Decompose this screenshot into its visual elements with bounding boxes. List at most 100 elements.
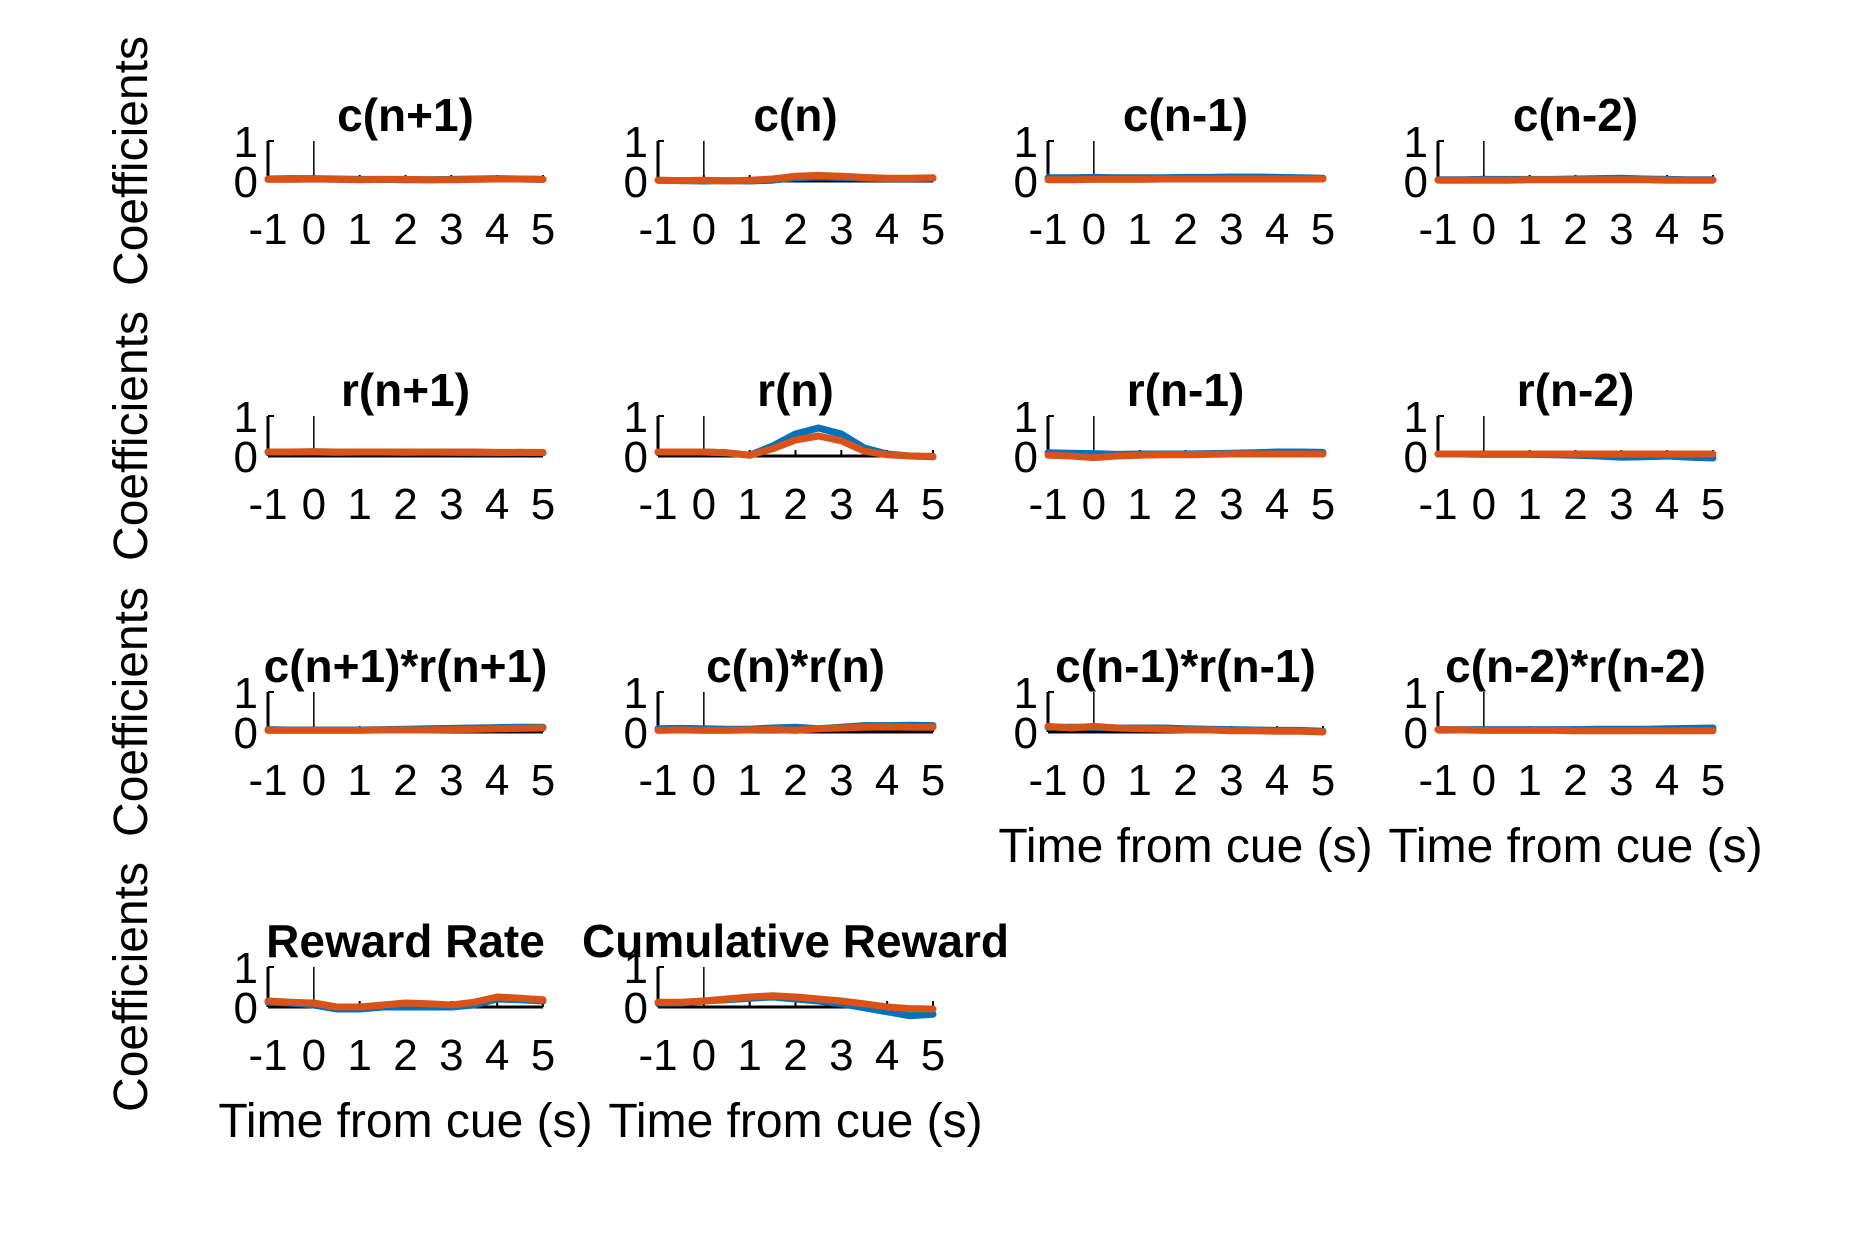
series-line-1 (1044, 175, 1327, 184)
y-tick-label: 1 (234, 669, 258, 718)
panel-title: c(n) (753, 89, 837, 141)
x-tick-label: 0 (1472, 480, 1496, 529)
panel-9: c(n)*r(n)-1 0 1 2 3 4 501 (624, 640, 946, 805)
x-tick-label: 4 (485, 1031, 509, 1080)
y-axis-label: Coefficients (105, 36, 158, 286)
x-tick-label: 2 (393, 756, 417, 805)
x-tick-label: 1 (1517, 205, 1541, 254)
panel-7: r(n-2)-1 0 1 2 3 4 501 (1404, 364, 1726, 529)
x-tick-label: 4 (485, 756, 509, 805)
x-tick-label: 1 (1517, 756, 1541, 805)
y-tick-label: 1 (1014, 393, 1038, 442)
panel-title: r(n+1) (341, 364, 470, 416)
panel-title: c(n-1) (1123, 89, 1248, 141)
x-tick-label: 0 (302, 205, 326, 254)
x-tick-label: 0 (302, 1031, 326, 1080)
x-tick-label: 5 (1701, 756, 1725, 805)
x-axis-label: Time from cue (s) (998, 820, 1372, 873)
x-tick-label: 0 (1082, 756, 1106, 805)
x-tick-label: 0 (692, 480, 716, 529)
x-tick-label: 3 (1219, 756, 1243, 805)
x-tick-label: 1 (347, 756, 371, 805)
x-tick-label: 4 (1655, 756, 1679, 805)
x-tick-label: 3 (1609, 480, 1633, 529)
x-tick-label: -1 (248, 756, 287, 805)
x-tick-label: 1 (1127, 756, 1151, 805)
x-axis-label: Time from cue (s) (608, 1095, 982, 1148)
x-tick-label: -1 (638, 756, 677, 805)
x-tick-label: 1 (737, 480, 761, 529)
panel-11: c(n-2)*r(n-2)-1 0 1 2 3 4 501Time from cue (s) (1388, 640, 1762, 873)
x-tick-label: 3 (1219, 480, 1243, 529)
x-tick-label: 2 (783, 756, 807, 805)
x-tick-label: 1 (737, 205, 761, 254)
panel-13: Cumulative Reward-1 0 1 2 3 4 501Time from cue… (582, 915, 1009, 1148)
panel-title: c(n-2)*r(n-2) (1445, 640, 1706, 692)
y-tick-label: 1 (1014, 669, 1038, 718)
y-axis-label: Coefficients (105, 587, 158, 837)
panel-title: c(n+1) (337, 89, 474, 141)
x-tick-label: 5 (531, 205, 555, 254)
x-tick-label: -1 (1418, 756, 1457, 805)
x-tick-label: 5 (1701, 480, 1725, 529)
x-tick-label: 2 (783, 480, 807, 529)
x-tick-label: 4 (1265, 756, 1289, 805)
x-tick-label: 4 (875, 205, 899, 254)
x-tick-label: 3 (439, 480, 463, 529)
x-tick-label: 0 (302, 756, 326, 805)
series-line-1 (1044, 450, 1327, 462)
x-tick-label: -1 (1028, 205, 1067, 254)
x-tick-label: 4 (485, 480, 509, 529)
x-tick-label: 3 (829, 205, 853, 254)
x-tick-label: 5 (921, 1031, 945, 1080)
y-tick-label: 1 (624, 118, 648, 167)
x-tick-label: 1 (1517, 480, 1541, 529)
series-line-1 (264, 448, 547, 456)
x-tick-label: -1 (1418, 480, 1457, 529)
figure: c(n+1)-1 0 1 2 3 4 501Coefficients c(n)-1 0 1 2 3 4 5… (105, 36, 1763, 1148)
panel-6: r(n-1)-1 0 1 2 3 4 501 (1014, 364, 1336, 529)
x-tick-label: -1 (638, 480, 677, 529)
x-tick-label: 3 (439, 205, 463, 254)
y-tick-label: 1 (624, 669, 648, 718)
panels: c(n+1)-1 0 1 2 3 4 501Coefficients c(n)-1 0 1 2 3 4 5… (105, 36, 1763, 1148)
x-tick-label: 2 (1173, 205, 1197, 254)
x-tick-label: 0 (302, 480, 326, 529)
x-tick-label: 2 (783, 205, 807, 254)
y-tick-label: 1 (234, 118, 258, 167)
x-tick-label: 3 (829, 480, 853, 529)
panel-4: r(n+1)-1 0 1 2 3 4 501Coefficients (105, 311, 555, 561)
series-line-1 (264, 724, 547, 734)
panel-title: c(n+1)*r(n+1) (264, 640, 548, 692)
panel-title: c(n)*r(n) (706, 640, 885, 692)
x-tick-label: 5 (921, 756, 945, 805)
x-tick-label: 4 (1655, 205, 1679, 254)
x-tick-label: 2 (393, 205, 417, 254)
y-tick-label: 1 (1404, 669, 1428, 718)
x-tick-label: 4 (875, 756, 899, 805)
x-tick-label: -1 (1418, 205, 1457, 254)
x-tick-label: 5 (531, 756, 555, 805)
x-tick-label: 3 (829, 1031, 853, 1080)
panel-1: c(n)-1 0 1 2 3 4 501 (624, 89, 946, 254)
y-axis-label: Coefficients (105, 311, 158, 561)
panel-10: c(n-1)*r(n-1)-1 0 1 2 3 4 501Time from cue (s) (998, 640, 1372, 873)
x-tick-label: -1 (638, 205, 677, 254)
x-tick-label: -1 (248, 205, 287, 254)
x-tick-label: 4 (1655, 480, 1679, 529)
x-tick-label: -1 (1028, 756, 1067, 805)
x-tick-label: 2 (1563, 756, 1587, 805)
x-tick-label: 2 (393, 1031, 417, 1080)
panel-8: c(n+1)*r(n+1)-1 0 1 2 3 4 501Coefficients (105, 587, 555, 837)
x-tick-label: 2 (783, 1031, 807, 1080)
x-tick-label: 4 (485, 205, 509, 254)
series-line-1 (1434, 726, 1717, 735)
x-axis-label: Time from cue (s) (1388, 820, 1762, 873)
panel-title: Reward Rate (266, 915, 545, 967)
x-tick-label: -1 (248, 480, 287, 529)
x-tick-label: 2 (1563, 480, 1587, 529)
x-tick-label: 0 (692, 1031, 716, 1080)
panel-12: Reward Rate-1 0 1 2 3 4 501Time from cue (s)Co… (105, 862, 593, 1148)
panel-title: r(n-1) (1127, 364, 1245, 416)
panel-title: c(n-2) (1513, 89, 1638, 141)
